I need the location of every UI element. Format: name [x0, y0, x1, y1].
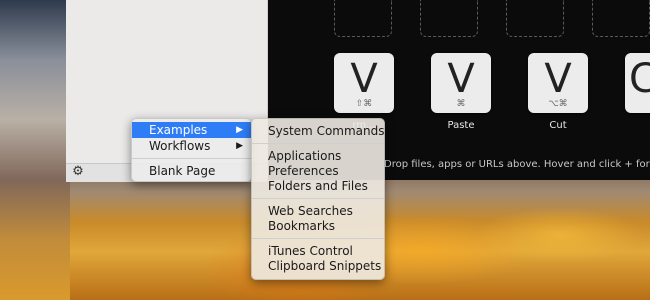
submenu-item-folders-and-files[interactable]: Folders and Files	[268, 178, 368, 194]
context-menu: Examples ▶ Workflows ▶ Blank Page	[131, 118, 252, 182]
key-card-4[interactable]: C	[625, 53, 650, 113]
submenu-item-system-commands[interactable]: System Commands	[268, 123, 385, 139]
drop-hint-text: Drop files, apps or URLs above. Hover an…	[384, 159, 650, 170]
key-letter: V	[544, 56, 572, 102]
menu-separator	[252, 198, 384, 199]
key-modifiers: ⇧⌘	[355, 99, 373, 109]
examples-submenu: System Commands Applications Preferences…	[251, 118, 385, 280]
key-label: Paste	[447, 120, 475, 131]
menu-item-label: Blank Page	[149, 164, 216, 178]
submenu-item-itunes-control[interactable]: iTunes Control	[268, 243, 353, 259]
menu-separator	[132, 158, 251, 159]
key-card-2[interactable]: V ⌘	[431, 53, 491, 113]
key-letter: V	[447, 56, 475, 102]
submenu-arrow-icon: ▶	[236, 141, 243, 151]
empty-key-slot[interactable]	[420, 0, 478, 37]
empty-key-slot[interactable]	[334, 0, 392, 37]
empty-key-slot[interactable]	[506, 0, 564, 37]
menu-separator	[252, 143, 384, 144]
gear-icon[interactable]: ⚙	[70, 165, 86, 179]
menu-item-workflows[interactable]: Workflows ▶	[132, 138, 251, 154]
key-letter: C	[629, 56, 650, 102]
key-card-3[interactable]: V ⌥⌘	[528, 53, 588, 113]
key-modifiers: ⌥⌘	[548, 99, 568, 109]
submenu-item-applications[interactable]: Applications	[268, 148, 341, 164]
submenu-item-bookmarks[interactable]: Bookmarks	[268, 218, 335, 234]
menu-separator	[252, 238, 384, 239]
menu-item-label: Workflows	[149, 139, 211, 153]
empty-key-slot[interactable]	[592, 0, 650, 37]
submenu-item-preferences[interactable]: Preferences	[268, 163, 339, 179]
key-modifiers: ⌘	[456, 99, 466, 109]
menu-item-examples[interactable]: Examples ▶	[132, 122, 251, 138]
submenu-item-clipboard-snippets[interactable]: Clipboard Snippets	[268, 258, 381, 274]
key-letter: V	[350, 56, 378, 102]
key-card-1[interactable]: V ⇧⌘	[334, 53, 394, 113]
submenu-item-web-searches[interactable]: Web Searches	[268, 203, 353, 219]
menu-item-label: Examples	[149, 123, 208, 137]
menu-item-blank-page[interactable]: Blank Page	[132, 163, 251, 179]
submenu-arrow-icon: ▶	[236, 125, 243, 135]
key-label: Cut	[549, 120, 567, 131]
